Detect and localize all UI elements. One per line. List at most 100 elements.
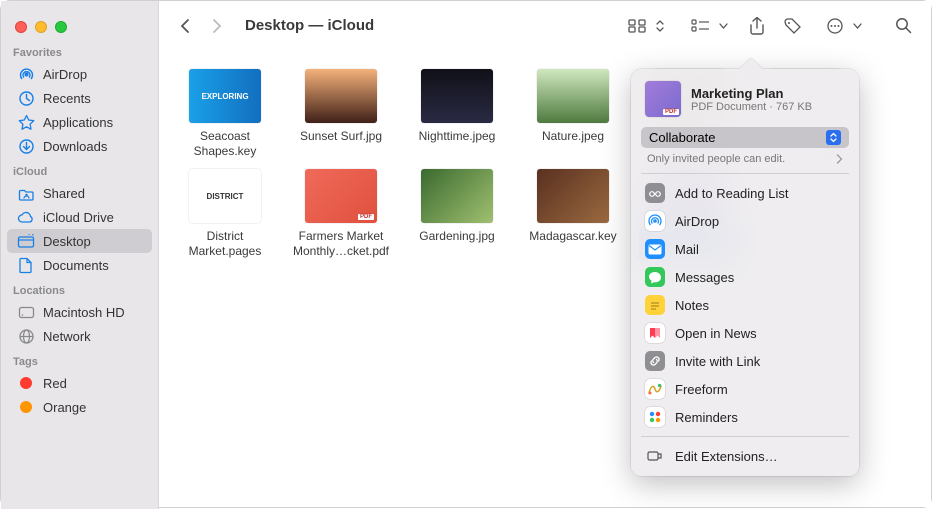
file-item[interactable]: Nature.jpeg (523, 69, 623, 159)
zoom-button[interactable] (55, 21, 67, 33)
sidebar-item-network[interactable]: Network (7, 324, 152, 348)
sidebar-item-label: Applications (43, 115, 113, 130)
sidebar-item-label: Recents (43, 91, 91, 106)
share-item-label: Notes (675, 298, 709, 313)
file-item[interactable]: Gardening.jpg (407, 169, 507, 261)
file-thumb-icon: DISTRICT (189, 169, 261, 223)
group-by-chevron[interactable] (717, 13, 729, 39)
window-controls (1, 9, 158, 39)
file-item[interactable]: EXPLORING Seacoast Shapes.key (175, 69, 275, 159)
desktop-cloud-icon (17, 232, 35, 250)
back-button[interactable] (173, 14, 197, 38)
glasses-icon (645, 183, 665, 203)
share-item-label: Open in News (675, 326, 757, 341)
file-item[interactable]: Madagascar.key (523, 169, 623, 261)
sidebar-item-applications[interactable]: Applications (7, 110, 152, 134)
tag-icon (17, 374, 35, 392)
sidebar-section-label: iCloud (1, 158, 158, 181)
group-by-button[interactable] (687, 13, 715, 39)
file-thumb-icon (421, 169, 493, 223)
news-icon (645, 323, 665, 343)
file-label: Gardening.jpg (407, 229, 507, 244)
sidebar-item-red[interactable]: Red (7, 371, 152, 395)
cloud-icon (17, 208, 35, 226)
freeform-icon (645, 379, 665, 399)
chevron-right-icon (836, 154, 843, 164)
file-thumb-icon: EXPLORING (189, 69, 261, 123)
share-item-label: AirDrop (675, 214, 719, 229)
share-mode-select[interactable]: Collaborate (641, 127, 849, 148)
apps-icon (17, 113, 35, 131)
file-item[interactable]: DISTRICT District Market.pages (175, 169, 275, 261)
share-mode-label: Collaborate (649, 130, 716, 145)
sidebar-item-label: AirDrop (43, 67, 87, 82)
share-item-label: Mail (675, 242, 699, 257)
shared-icon (17, 184, 35, 202)
sidebar-item-label: Red (43, 376, 67, 391)
file-label: Seacoast Shapes.key (175, 129, 275, 159)
search-button[interactable] (889, 13, 917, 39)
sidebar-section-label: Locations (1, 277, 158, 300)
share-permissions-row[interactable]: Only invited people can edit. (643, 151, 847, 167)
sidebar-item-documents[interactable]: Documents (7, 253, 152, 277)
sidebar-item-label: Desktop (43, 234, 91, 249)
share-file-title: Marketing Plan (691, 86, 812, 101)
sidebar-item-shared[interactable]: Shared (7, 181, 152, 205)
globe-icon (17, 327, 35, 345)
download-icon (17, 137, 35, 155)
share-item-freeform[interactable]: Freeform (631, 375, 859, 403)
window-title: Desktop — iCloud (245, 17, 374, 34)
share-item-label: Messages (675, 270, 734, 285)
tags-button[interactable] (779, 13, 807, 39)
file-item[interactable]: PDFFarmers Market Monthly…cket.pdf (291, 169, 391, 261)
file-item[interactable]: Sunset Surf.jpg (291, 69, 391, 159)
sidebar-item-orange[interactable]: Orange (7, 395, 152, 419)
file-label: Sunset Surf.jpg (291, 129, 391, 144)
edit-extensions-item[interactable]: Edit Extensions… (631, 442, 859, 470)
sidebar-item-recents[interactable]: Recents (7, 86, 152, 110)
msg-icon (645, 267, 665, 287)
main-content: Desktop — iCloud (159, 1, 931, 507)
sidebar-item-label: Documents (43, 258, 109, 273)
share-item-notes[interactable]: Notes (631, 291, 859, 319)
file-label: Farmers Market Monthly…cket.pdf (291, 229, 391, 259)
sidebar-item-label: Downloads (43, 139, 107, 154)
action-button[interactable] (821, 13, 849, 39)
share-button[interactable] (743, 13, 771, 39)
file-thumb-icon (537, 169, 609, 223)
sidebar-item-downloads[interactable]: Downloads (7, 134, 152, 158)
doc-cloud-icon (17, 256, 35, 274)
forward-button[interactable] (205, 14, 229, 38)
toolbar: Desktop — iCloud (159, 1, 931, 51)
share-item-label: Reminders (675, 410, 738, 425)
share-item-mail[interactable]: Mail (631, 235, 859, 263)
share-permissions-label: Only invited people can edit. (647, 153, 785, 165)
share-popover: Marketing Plan PDF Document · 767 KB Col… (631, 69, 859, 476)
action-chevron[interactable] (851, 13, 863, 39)
share-item-add-to-reading-list[interactable]: Add to Reading List (631, 179, 859, 207)
sidebar-item-macintosh-hd[interactable]: Macintosh HD (7, 300, 152, 324)
file-item[interactable]: Nighttime.jpeg (407, 69, 507, 159)
sidebar-item-icloud-drive[interactable]: iCloud Drive (7, 205, 152, 229)
share-item-reminders[interactable]: Reminders (631, 403, 859, 431)
close-button[interactable] (15, 21, 27, 33)
share-item-invite-with-link[interactable]: Invite with Link (631, 347, 859, 375)
file-label: Madagascar.key (523, 229, 623, 244)
sidebar-item-label: iCloud Drive (43, 210, 114, 225)
tag-icon (17, 398, 35, 416)
minimize-button[interactable] (35, 21, 47, 33)
sidebar-item-desktop[interactable]: Desktop (7, 229, 152, 253)
view-switcher-chevron[interactable] (653, 13, 667, 39)
share-item-messages[interactable]: Messages (631, 263, 859, 291)
file-thumb-icon (305, 69, 377, 123)
share-item-open-in-news[interactable]: Open in News (631, 319, 859, 347)
mail-icon (645, 239, 665, 259)
file-label: Nighttime.jpeg (407, 129, 507, 144)
sidebar-item-label: Shared (43, 186, 85, 201)
view-icons-button[interactable] (623, 13, 651, 39)
share-item-airdrop[interactable]: AirDrop (631, 207, 859, 235)
sidebar-item-airdrop[interactable]: AirDrop (7, 62, 152, 86)
file-label: District Market.pages (175, 229, 275, 259)
sidebar-item-label: Network (43, 329, 91, 344)
hd-icon (17, 303, 35, 321)
